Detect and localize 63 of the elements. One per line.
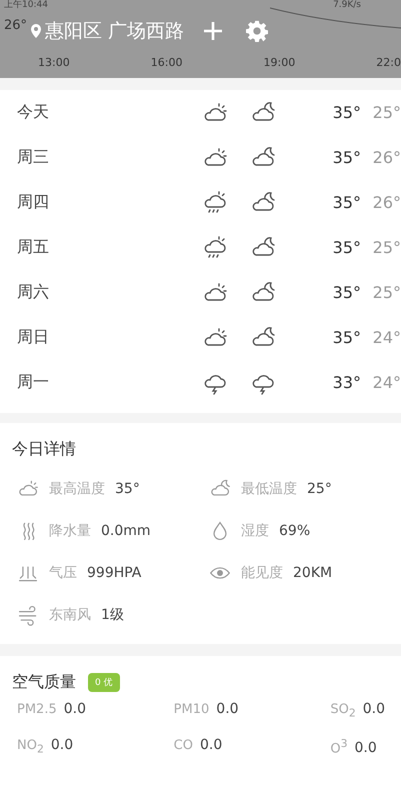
network-speed: 7.9K/s bbox=[333, 0, 361, 10]
detail-label: 湿度 bbox=[241, 522, 269, 540]
sun-cloud-rain-icon bbox=[202, 234, 228, 260]
day-name: 今天 bbox=[17, 102, 50, 123]
day-name: 周三 bbox=[17, 147, 50, 168]
pollutant-label: PM10 bbox=[174, 702, 210, 717]
low-temperature: 25° bbox=[372, 283, 401, 302]
pollutant-label: CO bbox=[174, 738, 193, 753]
detail-value: 999HPA bbox=[87, 565, 142, 581]
section-title: 今日详情 bbox=[12, 439, 76, 460]
detail-label: 能见度 bbox=[241, 564, 283, 582]
pollutant-value: 0.0 bbox=[216, 701, 239, 717]
add-icon[interactable] bbox=[202, 20, 224, 42]
pollutant-value: 0.0 bbox=[362, 701, 385, 717]
detail-label: 最低温度 bbox=[241, 480, 297, 498]
low-temperature: 26° bbox=[372, 148, 401, 167]
day-name: 周日 bbox=[17, 327, 50, 348]
detail-value: 20KM bbox=[293, 565, 332, 581]
location-title[interactable]: 惠阳区 广场西路 bbox=[45, 18, 184, 44]
hour-label: 16:00 bbox=[150, 56, 182, 69]
hour-label: 13:00 bbox=[38, 56, 70, 69]
pollutant-label: NO$_{2}$ bbox=[17, 738, 44, 756]
high-temperature: 35° bbox=[332, 148, 361, 167]
hour-label: 19:00 bbox=[264, 56, 296, 69]
detail-label: 东南风 bbox=[49, 606, 91, 624]
low-temperature: 24° bbox=[372, 328, 401, 347]
pollutant-label: PM2.5 bbox=[17, 702, 57, 717]
high-temperature: 35° bbox=[332, 238, 361, 257]
day-name: 周一 bbox=[17, 372, 50, 393]
high-temperature: 33° bbox=[332, 373, 361, 392]
day-name: 周五 bbox=[17, 237, 50, 258]
pollutant-value: 0.0 bbox=[200, 737, 222, 753]
pollutant-label: SO$_{2}$ bbox=[330, 702, 356, 720]
pollutant-value: 0.0 bbox=[354, 740, 377, 756]
aqi-badge: 0 优 bbox=[88, 673, 120, 692]
detail-label: 气压 bbox=[49, 564, 77, 582]
low-temperature: 25° bbox=[372, 238, 401, 257]
current-temperature: 26° bbox=[4, 18, 28, 33]
high-temperature: 35° bbox=[332, 328, 361, 347]
pollutant-value: 0.0 bbox=[50, 737, 74, 753]
detail-value: 35° bbox=[115, 481, 140, 497]
high-temperature: 35° bbox=[332, 103, 361, 122]
sun-cloud-rain-icon bbox=[202, 190, 228, 216]
detail-label: 降水量 bbox=[49, 522, 91, 540]
high-temperature: 35° bbox=[332, 283, 361, 302]
detail-value: 25° bbox=[307, 481, 332, 497]
settings-icon[interactable] bbox=[246, 20, 268, 42]
location-pin-icon bbox=[31, 24, 42, 38]
section-title: 空气质量 bbox=[12, 672, 76, 693]
low-temperature: 25° bbox=[372, 103, 401, 122]
day-name: 周六 bbox=[17, 282, 50, 303]
high-temperature: 35° bbox=[332, 193, 361, 212]
detail-value: 1级 bbox=[101, 606, 124, 624]
pollutant-value: 0.0 bbox=[64, 701, 86, 717]
hour-label: 22:0 bbox=[376, 56, 401, 69]
day-name: 周四 bbox=[17, 192, 50, 213]
low-temperature: 26° bbox=[372, 193, 401, 212]
wind-icon bbox=[17, 604, 39, 626]
low-temperature: 24° bbox=[372, 373, 401, 392]
detail-value: 0.0mm bbox=[101, 523, 151, 539]
pollutant-label: O$^{3}$ bbox=[330, 737, 348, 756]
detail-label: 最高温度 bbox=[49, 480, 105, 498]
detail-value: 69% bbox=[279, 523, 310, 539]
